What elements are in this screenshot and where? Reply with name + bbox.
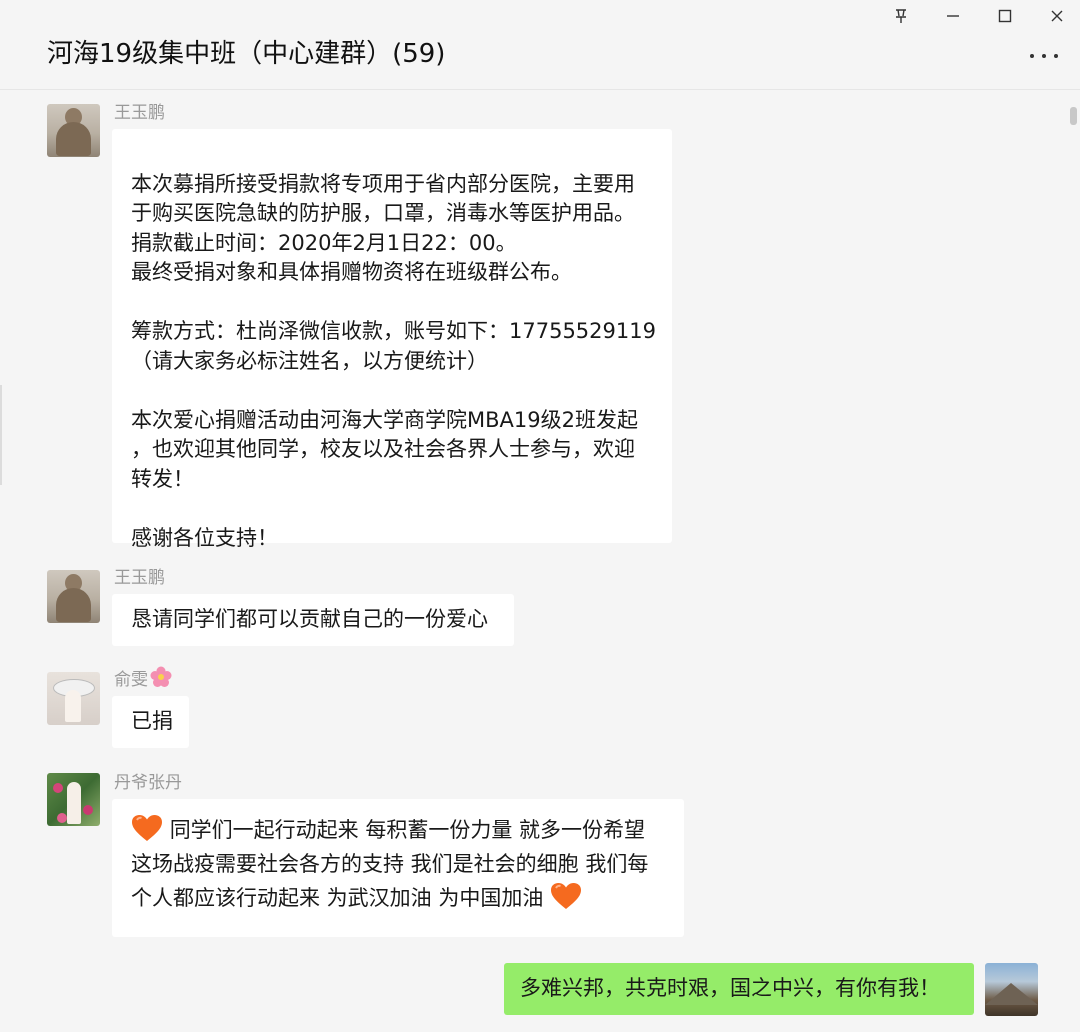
message-bubble[interactable]: 已捐 <box>112 696 189 748</box>
message-bubble[interactable]: 同学们一起行动起来 每积蓄一份力量 就多一份希望 这场战疫需要社会各方的支持 我… <box>112 799 684 937</box>
message-line: 本次募捐所接受捐款将专项用于省内部分医院，主要用 <box>131 171 635 196</box>
message-bubble-announcement[interactable]: 本次募捐所接受捐款将专项用于省内部分医院，主要用 于购买医院急缺的防护服，口罩，… <box>112 129 672 550</box>
message-line: （请大家务必标注姓名，以方便统计） <box>131 348 488 373</box>
window-titlebar: 河海19级集中班（中心建群）(59) <box>0 0 1080 90</box>
message-line: 转发！ <box>131 466 194 491</box>
sender-name: 俞雯 <box>114 670 148 690</box>
sender-name: 王玉鹏 <box>114 103 165 123</box>
scrollbar-thumb[interactable] <box>1070 107 1077 125</box>
message-line: 最终受捐对象和具体捐赠物资将在班级群公布。 <box>131 260 572 284</box>
message-text: 恳请同学们都可以贡献自己的一份爱心 <box>131 607 488 631</box>
flowers-portrait-avatar[interactable] <box>47 773 100 826</box>
minimize-icon[interactable] <box>938 4 968 28</box>
message-text: 多难兴邦，共克时艰，国之中兴，有你有我！ <box>520 976 940 1000</box>
message-text: 已捐 <box>131 709 173 733</box>
mountain-landscape-avatar[interactable] <box>985 963 1038 1016</box>
lady-with-hat-avatar[interactable] <box>47 672 100 725</box>
message-bubble[interactable]: 恳请同学们都可以贡献自己的一份爱心 <box>112 594 514 646</box>
more-options-icon[interactable] <box>1028 48 1062 64</box>
sender-name-with-icon: 俞雯 <box>114 665 172 690</box>
message-line: 于购买医院急缺的防护服，口罩，消毒水等医护用品。 <box>131 201 635 225</box>
maximize-icon[interactable] <box>990 4 1020 28</box>
sender-name: 丹爷张丹 <box>114 773 182 793</box>
pin-icon[interactable] <box>886 4 916 28</box>
orange-heart-icon <box>551 883 582 909</box>
message-line: 感谢各位支持！ <box>131 525 278 550</box>
message-line: 筹款方式：杜尚泽微信收款，账号如下：17755529119 <box>131 319 656 343</box>
buddha-statue-avatar[interactable] <box>47 570 100 623</box>
my-message-bubble[interactable]: 多难兴邦，共克时艰，国之中兴，有你有我！ <box>504 963 974 1015</box>
message-line: 本次爱心捐赠活动由河海大学商学院MBA19级2班发起 <box>131 407 638 432</box>
chat-title: 河海19级集中班（中心建群）(59) <box>47 39 446 69</box>
window-edge-divider <box>0 385 2 485</box>
message-line: 同学们一起行动起来 每积蓄一份力量 就多一份希望 <box>131 813 684 847</box>
message-line: ，也欢迎其他同学，校友以及社会各界人士参与，欢迎 <box>131 437 635 461</box>
buddha-statue-avatar[interactable] <box>47 104 100 157</box>
message-line: 这场战疫需要社会各方的支持 我们是社会的细胞 我们每 <box>131 852 649 876</box>
orange-heart-icon <box>132 815 162 841</box>
message-line: 个人都应该行动起来 为武汉加油 为中国加油 <box>131 881 684 915</box>
flower-emoji-icon <box>150 666 172 687</box>
sender-name: 王玉鹏 <box>114 568 165 588</box>
close-icon[interactable] <box>1042 4 1072 28</box>
message-line: 捐款截止时间：2020年2月1日22：00。 <box>131 230 517 255</box>
message-text: 个人都应该行动起来 为武汉加油 为中国加油 <box>131 886 544 910</box>
message-text: 同学们一起行动起来 每积蓄一份力量 就多一份希望 <box>169 818 646 842</box>
